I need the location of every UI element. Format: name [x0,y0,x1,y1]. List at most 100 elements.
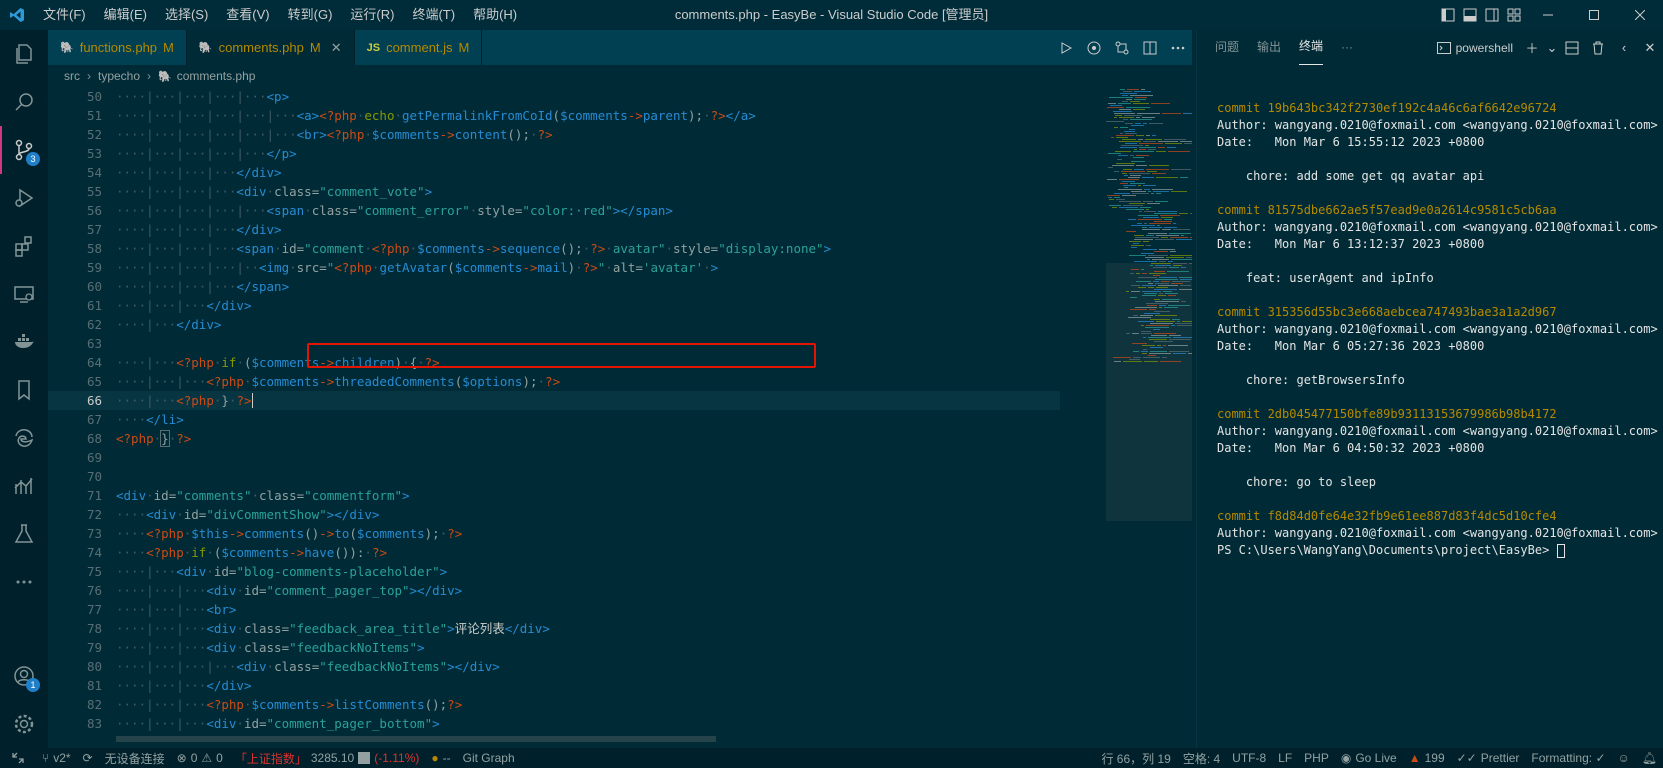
close-icon[interactable] [1617,0,1663,30]
toggle-secondary-sidebar-icon[interactable] [1481,0,1503,30]
toggle-primary-sidebar-icon[interactable] [1437,0,1459,30]
formatting-status[interactable]: Formatting: ✓ [1525,751,1611,765]
indentation[interactable]: 空格: 4 [1177,750,1226,767]
feedback-icon[interactable]: ☺ [1612,751,1636,765]
commit-hash[interactable]: 81575dbe662ae5f57ead9e0a2614c9581c5cb6aa [1268,203,1557,217]
commit-hash[interactable]: f8d84d0fe64e32fb9e61ee887d83f4dc5d10cfe4 [1268,509,1557,523]
tab-close-icon[interactable]: ✕ [331,40,342,56]
js-file-icon: JS [366,41,381,54]
menu-run[interactable]: 运行(R) [341,0,403,30]
vscode-logo-icon[interactable] [0,0,34,30]
menu-file[interactable]: 文件(F) [34,0,95,30]
search-icon[interactable] [0,78,48,126]
count-status[interactable]: ▲ 199 [1403,751,1451,765]
accounts-icon[interactable]: 1 [0,652,48,700]
tab-comments-php[interactable]: 🐘 comments.php M ✕ [186,30,355,65]
tab-output[interactable]: 输出 [1257,30,1281,65]
git-graph-button[interactable]: Git Graph [457,751,521,765]
code-line: ····|···|···<br> [116,602,237,617]
code-editor[interactable]: 50 ····|···|···|···|···<p> 51 ····|···|···… [48,87,1192,736]
stock-status[interactable]: 「上证指数」 3285.10 (-1.11%) [229,750,426,767]
menu-terminal[interactable]: 终端(T) [403,0,464,30]
line-number: 83 [86,716,102,731]
branch-status[interactable]: ⑂ v2* [36,751,77,765]
tab-label: comments.php [218,40,304,55]
code-area[interactable]: 50 ····|···|···|···|···<p> 51 ····|···|···… [48,87,1060,736]
line-number: 79 [86,640,102,655]
breadcrumb-item[interactable]: src [64,69,80,83]
kill-terminal-trash-icon[interactable] [1585,41,1611,55]
toggle-panel-icon[interactable] [1459,0,1481,30]
menu-help[interactable]: 帮助(H) [464,0,526,30]
tab-problems[interactable]: 问题 [1215,30,1239,65]
customize-layout-icon[interactable] [1503,0,1525,30]
menu-selection[interactable]: 选择(S) [156,0,217,30]
panel-more-icon[interactable]: ··· [1341,30,1353,65]
new-terminal-icon[interactable]: ＋ [1519,38,1545,57]
chevron-left-icon[interactable]: ‹ [1611,40,1637,55]
remote-explorer-icon[interactable] [0,270,48,318]
bookmarks-icon[interactable] [0,366,48,414]
commit-hash[interactable]: 19b643bc342f2730ef192c4a46c6af6642e96724 [1268,101,1557,115]
settings-gear-icon[interactable] [0,700,48,748]
fund-status[interactable]: ● -- [425,751,456,765]
edge-devtools-icon[interactable] [0,414,48,462]
chevron-down-icon[interactable]: ⌄ [1545,40,1559,56]
cursor-position[interactable]: 行 66，列 19 [1095,750,1176,767]
source-control-icon[interactable]: 3 [0,126,48,174]
language-mode[interactable]: PHP [1298,751,1335,765]
close-panel-icon[interactable]: ✕ [1637,40,1663,56]
horizontal-scrollbar[interactable] [116,736,716,742]
split-editor-icon[interactable] [1136,41,1164,55]
menu-go[interactable]: 转到(G) [279,0,342,30]
device-status[interactable]: 无设备连接 [99,750,171,767]
tab-functions-php[interactable]: 🐘 functions.php M [48,30,187,65]
prettier-status[interactable]: ✓✓ Prettier [1451,751,1526,765]
sync-icon[interactable]: ⟳ [77,751,99,765]
menu-view[interactable]: 查看(V) [217,0,278,30]
breadcrumb-item[interactable]: typecho [98,69,140,83]
run-icon[interactable] [1052,41,1080,55]
git-compare-icon[interactable] [1108,40,1136,56]
extensions-icon[interactable] [0,222,48,270]
line-number: 84 [48,733,102,736]
notifications-bell-icon[interactable]: 🔔︎ [1636,751,1663,765]
menu-edit[interactable]: 编辑(E) [95,0,156,30]
tab-terminal[interactable]: 终端 [1299,30,1324,65]
line-number: 55 [86,184,102,199]
commit-hash[interactable]: 315356d55bc3e668aebcea747493bae3a1a2d967 [1268,305,1557,319]
terminal-output[interactable]: commit 19b643bc342f2730ef192c4a46c6af664… [1217,100,1663,559]
prettier-label: Prettier [1480,751,1520,765]
minimize-icon[interactable] [1525,0,1571,30]
line-number: 54 [86,165,102,180]
problems-status[interactable]: ⊗ 0 ⚠ 0 [171,751,229,765]
encoding[interactable]: UTF-8 [1226,751,1272,765]
flask-icon[interactable] [0,510,48,558]
open-preview-icon[interactable] [1080,40,1108,56]
fund-value: -- [442,751,451,765]
analytics-icon[interactable] [0,462,48,510]
maximize-icon[interactable] [1571,0,1617,30]
docker-icon[interactable] [0,318,48,366]
terminal-line: chore: go to sleep [1217,475,1376,489]
go-live-button[interactable]: ◉ Go Live [1335,751,1403,765]
terminal-shell-selector[interactable]: powershell [1436,41,1513,55]
end-of-line[interactable]: LF [1272,751,1298,765]
code-line: ····|···|···<?php·$comments->listComment… [116,697,463,712]
more-icon[interactable] [0,558,48,606]
explorer-icon[interactable] [0,30,48,78]
code-line: ····|···|···|···</div> [116,222,282,237]
commit-hash[interactable]: 2db045477150bfe89b93113153679986b98b4172 [1268,407,1557,421]
line-number: 58 [86,241,102,256]
breadcrumb-item[interactable]: comments.php [177,69,256,83]
split-terminal-icon[interactable] [1559,41,1585,55]
more-actions-icon[interactable] [1164,46,1192,50]
error-icon: ⊗ [176,751,187,765]
double-check-icon: ✓✓ [1456,751,1477,765]
modified-marker: M [163,40,174,55]
run-debug-icon[interactable] [0,174,48,222]
remote-indicator-icon[interactable] [0,748,36,768]
minimap[interactable] [1106,87,1192,736]
tab-comment-js[interactable]: JS comment.js M [355,30,483,65]
